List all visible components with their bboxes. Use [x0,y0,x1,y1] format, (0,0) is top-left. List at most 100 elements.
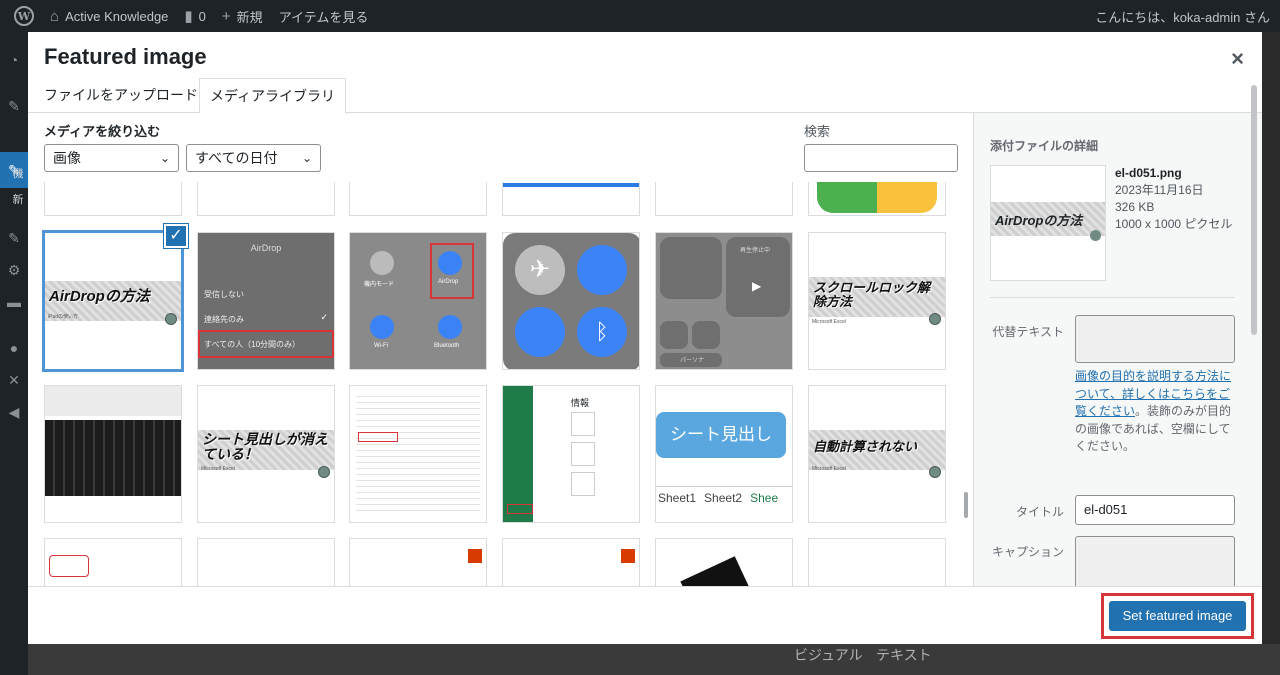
thumb-text: 情報 [571,398,590,408]
attachment-thumb[interactable] [655,182,793,216]
site-name-link[interactable]: ⌂ Active Knowledge [42,0,176,32]
grid-scrollbar[interactable] [964,492,968,518]
dashboard-icon[interactable]: ◔ [6,52,22,68]
wp-logo-menu[interactable]: W [0,0,42,32]
thumb-graphic [817,182,937,213]
tab-visual[interactable]: ビジュアル [794,645,863,665]
thumb-badge [1090,230,1101,241]
alt-text-label: 代替テキスト [992,325,1064,339]
attachment-thumb[interactable]: シート見出しが消えている！ Microsoft Excel [197,385,335,523]
thumb-text: 再生停止中 [740,248,771,254]
attachment-thumb[interactable]: スクロールロック解除方法 Microsoft Excel [808,232,946,370]
attachment-thumb[interactable] [44,385,182,523]
tools-icon[interactable]: ✕ [6,372,22,388]
attachment-thumb[interactable]: 情報 [502,385,640,523]
attachment-thumb[interactable] [502,538,640,586]
caption-label: キャプション [991,545,1064,559]
attachment-thumb[interactable]: ✈ ᛒ [502,232,640,370]
chevron-down-icon: ⌄ [301,151,312,165]
pin-icon[interactable]: ✎ [6,98,22,114]
tab-media-library[interactable]: メディアライブラリ [199,78,347,114]
details-heading: 添付ファイルの詳細 [990,139,1099,153]
details-thumbnail: AirDropの方法 [990,165,1106,281]
media-type-filter[interactable]: 画像 ⌄ [44,144,179,172]
options-screenshot [356,392,480,516]
thumb-badge [165,313,177,325]
attachment-thumb[interactable] [197,182,335,216]
play-icon: ▶ [752,279,762,293]
details-filename: el-d051.png [1115,166,1182,180]
pin-icon-2[interactable]: ✎ [6,230,22,246]
modal-title: Featured image [44,44,207,69]
attachment-thumb[interactable] [808,182,946,216]
collapse-icon[interactable]: ◀ [6,404,22,420]
sheet-tab: Sheet1 [658,491,697,505]
attachment-thumb[interactable] [349,182,487,216]
details-thumb-caption: AirDropの方法 [995,213,1083,228]
attachment-thumb[interactable] [502,182,640,216]
attachment-thumb[interactable] [44,182,182,216]
thumb-text: 機内モード [364,282,395,288]
search-input[interactable] [804,144,958,172]
comments-link[interactable]: ▮ 0 [176,0,214,32]
comment-menu-icon[interactable]: ▬ [6,294,22,310]
thumb-text: Wi-Fi [374,343,388,349]
thumb-highlight [430,243,474,299]
title-label: タイトル [1015,505,1064,519]
thumb-caption: AirDropの方法 [49,288,150,305]
users-icon[interactable]: ● [6,340,22,356]
attachment-thumb[interactable] [655,538,793,586]
plus-icon: + [221,7,231,25]
usb-graphic [680,556,752,586]
divider [990,297,1235,298]
office-logo-icon [468,549,482,563]
thumb-tile [571,412,595,436]
sheet-callout: シート見出し [656,412,786,458]
admin-menu: ◔ ✎ ✎ 機 新 ✎ ⚙ ▬ ● ✕ ◀ [0,32,28,675]
date-filter[interactable]: すべての日付 ⌄ [186,144,321,172]
set-featured-image-button[interactable]: Set featured image [1109,601,1246,631]
comments-count: 0 [198,8,206,24]
attachment-thumb[interactable]: AirDrop 受信しない 連絡先のみ ✓ すべての人（10分間のみ） [197,232,335,370]
view-items-link[interactable]: アイテムを見る [271,0,377,32]
airplane-icon [370,251,394,275]
editor-background [28,644,1280,675]
thumb-highlight [507,504,533,514]
attachment-thumb[interactable]: 再生停止中 ▶ パーソナ [655,232,793,370]
thumb-tile [571,442,595,466]
account-menu[interactable]: こんにちは、koka-admin さん [1095,0,1270,32]
attachment-thumb[interactable]: 機内モード AirDrop Wi-Fi Bluetooth [349,232,487,370]
attachment-thumb[interactable] [349,538,487,586]
thumb-text: AirDrop [250,243,282,253]
alt-text-field[interactable] [1075,315,1235,363]
title-field[interactable]: el-d051 [1075,495,1235,525]
bluetooth-icon [438,315,462,339]
wifi-icon [370,315,394,339]
date-filter-value: すべての日付 [195,150,278,166]
attachment-thumb[interactable] [808,538,946,586]
modal-footer [28,586,1262,644]
tab-text[interactable]: テキスト [876,645,932,665]
attachment-thumb[interactable]: 自動計算されない Microsoft Excel [808,385,946,523]
attachment-thumb[interactable] [349,385,487,523]
attachment-thumb[interactable] [44,538,182,586]
thumb-tile [571,472,595,496]
selected-check-icon[interactable]: ✓ [164,224,188,248]
attachment-thumb[interactable] [197,538,335,586]
appearance-icon[interactable]: ⚙ [6,262,22,278]
attachment-thumb-selected[interactable]: AirDropの方法 iPadの使い方 [42,230,184,372]
site-name: Active Knowledge [65,8,169,24]
thumb-caption: シート見出しが消えている！ [202,431,328,462]
office-logo-icon [621,549,635,563]
caption-field[interactable] [1075,536,1235,586]
airdrop-icon [577,245,627,295]
attachment-thumb[interactable]: シート見出し Sheet1 Sheet2 Shee [655,385,793,523]
airplane-icon: ✈ [515,245,565,295]
thumb-text: AirDrop [438,279,459,285]
sheet-tabs: Sheet1 Sheet2 Shee [656,486,792,508]
sidebar-scrollbar[interactable] [1251,85,1257,335]
tab-upload-files[interactable]: ファイルをアップロード [34,78,208,113]
new-content-link[interactable]: + 新規 [214,0,271,32]
alt-text-help: 画像の目的を説明する方法について、詳しくはこちらをご覧ください。装飾のみが目的の… [1075,368,1235,456]
close-button[interactable]: × [1231,46,1244,72]
